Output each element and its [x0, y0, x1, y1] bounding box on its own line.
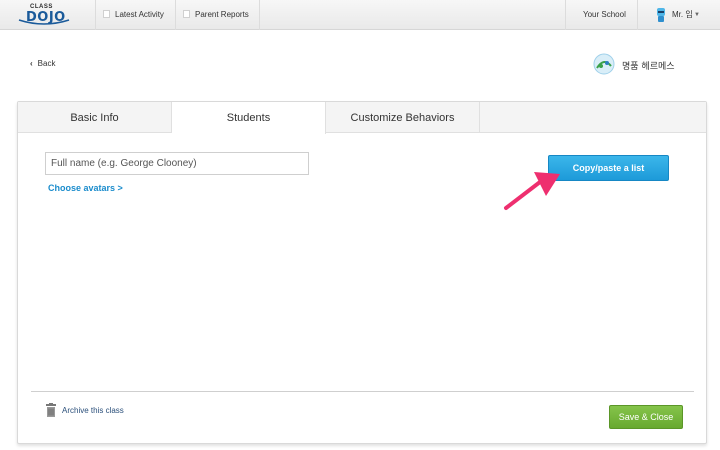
pink-arrow-icon [504, 172, 560, 210]
flag-icon [103, 10, 110, 18]
report-icon [183, 10, 190, 18]
save-close-button[interactable]: Save & Close [609, 405, 683, 429]
back-link[interactable]: ‹ Back [30, 59, 55, 68]
user-avatar-icon[interactable] [655, 7, 667, 23]
user-name[interactable]: Mr. 임 [672, 0, 693, 30]
top-nav-bar: CLASS DOJO Latest Activity Parent Report… [0, 0, 720, 30]
nav-separator [259, 0, 260, 30]
nav-separator [565, 0, 566, 30]
nav-your-school-label: Your School [583, 10, 626, 19]
footer-divider [31, 391, 694, 392]
trash-icon [46, 403, 56, 417]
nav-separator [95, 0, 96, 30]
chevron-down-icon[interactable]: ▼ [694, 12, 700, 18]
nav-parent-reports-label: Parent Reports [195, 10, 249, 19]
school-logo-icon [593, 53, 615, 75]
back-label: Back [37, 59, 56, 68]
school-name: 명품 헤르메스 [622, 62, 675, 72]
copy-paste-list-button[interactable]: Copy/paste a list [548, 155, 669, 181]
logo-swoosh-icon [18, 19, 70, 25]
classdojo-logo[interactable]: CLASS DOJO [18, 4, 70, 28]
archive-class-label: Archive this class [62, 406, 124, 415]
class-settings-panel: Basic Info Students Customize Behaviors … [17, 101, 707, 444]
nav-parent-reports[interactable]: Parent Reports [183, 0, 249, 30]
nav-latest-activity[interactable]: Latest Activity [103, 0, 164, 30]
nav-separator [175, 0, 176, 30]
choose-avatars-link[interactable]: Choose avatars > [48, 183, 123, 193]
nav-your-school[interactable]: Your School [583, 0, 626, 30]
tab-students[interactable]: Students [172, 102, 326, 134]
tab-bar: Basic Info Students Customize Behaviors [18, 102, 706, 134]
student-name-input[interactable] [45, 152, 309, 175]
nav-separator [637, 0, 638, 30]
tab-basic-info[interactable]: Basic Info [18, 102, 172, 133]
nav-latest-activity-label: Latest Activity [115, 10, 164, 19]
chevron-left-icon: ‹ [30, 59, 33, 68]
tab-customize-behaviors[interactable]: Customize Behaviors [326, 102, 480, 133]
